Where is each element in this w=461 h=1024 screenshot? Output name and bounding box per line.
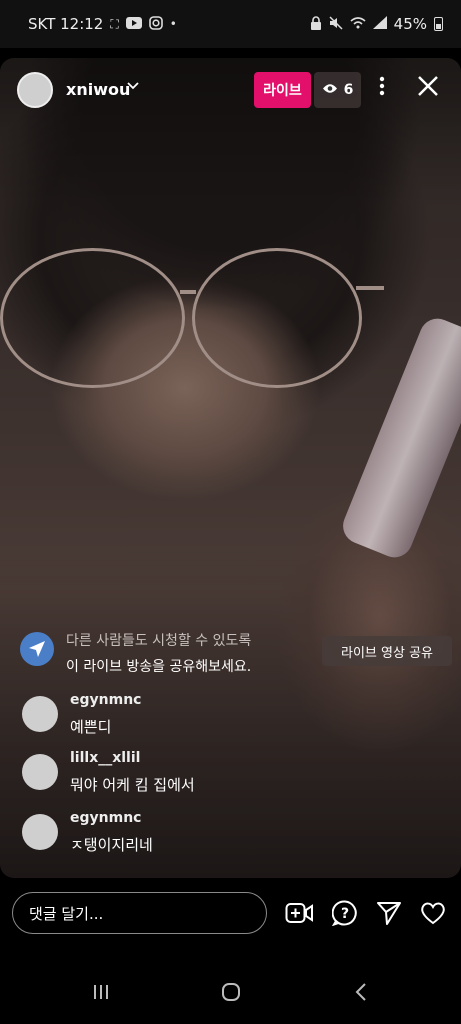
dot-icon: • — [169, 17, 177, 31]
comment-avatar[interactable] — [22, 696, 58, 732]
lock-icon — [310, 15, 322, 33]
comment-avatar[interactable] — [22, 814, 58, 850]
share-live-video-label: 라이브 영상 공유 — [341, 645, 433, 661]
live-badge-label: 라이브 — [263, 83, 302, 99]
signal-icon — [372, 16, 387, 32]
system-nav-bar — [0, 948, 461, 1024]
comment-username[interactable]: egynmnc — [70, 810, 141, 826]
more-options-icon[interactable] — [372, 76, 392, 104]
status-right: 45% — [310, 15, 443, 33]
send-icon[interactable] — [374, 898, 404, 928]
comment-avatar[interactable] — [22, 754, 58, 790]
screen-record-icon: ⛶ — [110, 16, 119, 31]
comment-text: ㅈ탱이지리네 — [70, 836, 153, 854]
status-bar: SKT 12:12 ⛶ • 45% — [0, 0, 461, 48]
comment-text: 예쁜디 — [70, 718, 112, 736]
back-icon[interactable] — [346, 980, 376, 1004]
comment-item: egynmnc ㅈ탱이지리네 — [22, 810, 322, 860]
share-prompt: 다른 사람들도 시청할 수 있도록 이 라이브 방송을 공유해보세요. 라이브 … — [20, 628, 452, 680]
share-prompt-line1: 다른 사람들도 시청할 수 있도록 — [66, 633, 252, 649]
home-icon[interactable] — [216, 980, 246, 1004]
share-prompt-line2: 이 라이브 방송을 공유해보세요. — [66, 659, 252, 675]
comment-text: 뭐야 어케 킴 집에서 — [70, 776, 195, 794]
youtube-icon — [125, 16, 142, 32]
comment-input-placeholder: 댓글 달기... — [29, 904, 104, 923]
comment-item: egynmnc 예쁜디 — [22, 692, 322, 742]
comment-username[interactable]: egynmnc — [70, 692, 141, 708]
comment-username[interactable]: lillx__xllil — [70, 750, 140, 766]
comment-input[interactable]: 댓글 달기... — [12, 892, 267, 934]
heart-icon[interactable] — [418, 898, 448, 928]
add-video-guest-icon[interactable] — [284, 898, 314, 928]
battery-percent: 45% — [393, 15, 427, 33]
svg-text:?: ? — [341, 906, 349, 922]
chevron-down-icon[interactable] — [126, 78, 140, 96]
mute-icon — [329, 15, 343, 33]
host-username[interactable]: xniwou — [66, 80, 130, 99]
share-send-icon — [20, 632, 54, 666]
comment-item: lillx__xllil 뭐야 어케 킴 집에서 — [22, 750, 322, 800]
viewer-count-badge[interactable]: 6 — [314, 72, 361, 108]
share-live-video-button[interactable]: 라이브 영상 공유 — [322, 636, 452, 666]
bottom-action-bar: 댓글 달기... ? — [0, 878, 461, 948]
recent-apps-icon[interactable] — [86, 980, 116, 1004]
close-icon[interactable] — [413, 74, 443, 104]
status-left: SKT 12:12 ⛶ • — [28, 15, 177, 33]
question-icon[interactable]: ? — [330, 898, 360, 928]
wifi-icon — [350, 16, 366, 32]
instagram-icon — [148, 15, 163, 33]
eye-icon — [322, 82, 338, 98]
host-avatar[interactable] — [17, 72, 53, 108]
live-badge: 라이브 — [254, 72, 311, 108]
viewer-count: 6 — [343, 82, 354, 98]
live-header: xniwou 라이브 6 — [0, 70, 461, 114]
battery-icon — [434, 17, 443, 31]
carrier-time: SKT 12:12 — [28, 15, 104, 33]
